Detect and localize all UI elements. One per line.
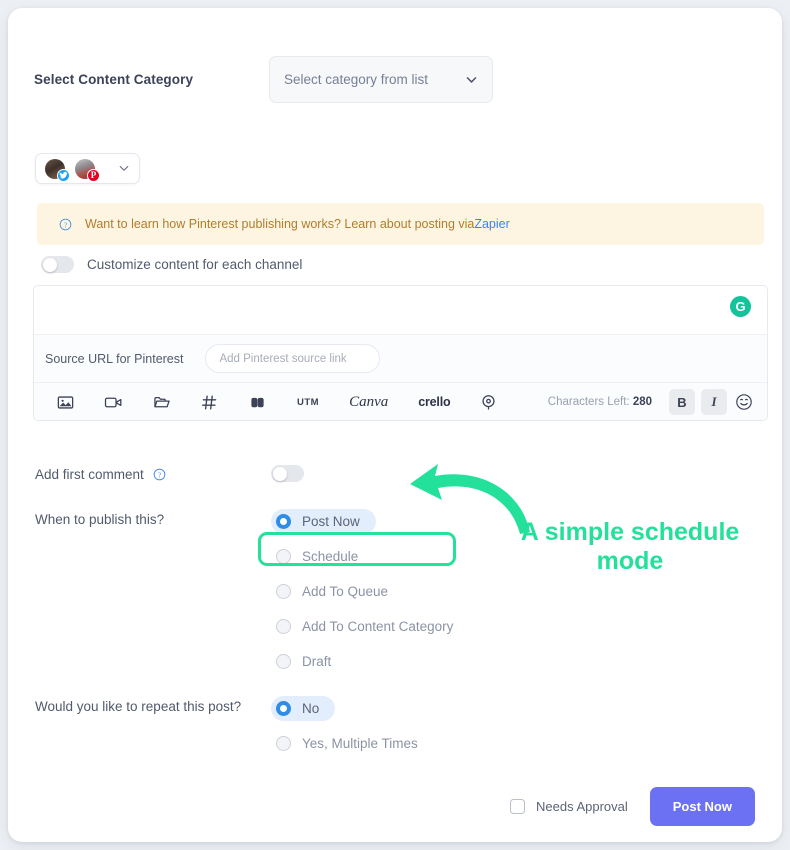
source-url-label: Source URL for Pinterest [45, 351, 184, 366]
canva-button[interactable]: Canva [349, 394, 388, 411]
add-first-comment-label: Add first comment [35, 467, 144, 482]
link-shortener-icon[interactable] [248, 396, 267, 409]
banner-text: Want to learn how Pinterest publishing w… [85, 217, 475, 231]
characters-left-value: 280 [632, 396, 652, 408]
content-category-select-value: Select category from list [284, 72, 429, 87]
radio-indicator [276, 549, 291, 564]
insert-video-icon[interactable] [104, 394, 123, 411]
post-composer: G Source URL for Pinterest Add Pinterest… [33, 285, 768, 421]
radio-add-to-content-category[interactable]: Add To Content Category [271, 614, 469, 639]
add-first-comment-toggle[interactable] [271, 465, 304, 482]
radio-repeat-no[interactable]: No [271, 696, 336, 721]
radio-add-to-queue[interactable]: Add To Queue [271, 579, 404, 604]
crello-button[interactable]: crello [418, 395, 450, 409]
question-circle-icon[interactable]: ? [153, 468, 166, 481]
account-avatar-twitter[interactable] [44, 157, 70, 182]
composer-toolbar: UTM Canva crello Characters Left: 280 B … [34, 382, 767, 420]
radio-draft[interactable]: Draft [271, 649, 347, 674]
radio-label: No [302, 701, 320, 716]
customize-per-channel-label: Customize content for each channel [87, 257, 303, 272]
composer-textarea[interactable]: G [34, 286, 767, 334]
radio-indicator [276, 654, 291, 669]
composer-toolbar-right: Characters Left: 280 B I [548, 389, 753, 415]
radio-post-now[interactable]: Post Now [271, 509, 376, 534]
source-url-row: Source URL for Pinterest [34, 334, 767, 382]
needs-approval-label: Needs Approval [535, 798, 628, 814]
content-category-label: Select Content Category [34, 72, 194, 87]
radio-label: Post Now [302, 514, 360, 529]
customize-per-channel-toggle[interactable] [41, 256, 74, 273]
characters-left-label: Characters Left: [547, 396, 630, 408]
account-selector[interactable]: P [35, 153, 140, 184]
post-now-button[interactable]: Post Now [649, 786, 755, 826]
question-circle-icon: ? [59, 218, 72, 231]
repeat-post-label: Would you like to repeat this post? [35, 699, 242, 714]
svg-text:?: ? [64, 221, 67, 229]
add-first-comment-row: Add first comment ? [35, 467, 166, 482]
radio-label: Schedule [302, 549, 359, 564]
account-avatar-pinterest[interactable]: P [74, 157, 100, 182]
zapier-link[interactable]: Zapier [474, 217, 509, 231]
chevron-down-icon [465, 73, 478, 86]
when-to-publish-label: When to publish this? [35, 512, 165, 527]
radio-label: Add To Queue [302, 584, 389, 599]
twitter-bird-icon [57, 168, 70, 182]
content-category-select[interactable]: Select category from list [269, 56, 493, 103]
radio-label: Yes, Multiple Times [302, 736, 418, 751]
radio-indicator [276, 514, 291, 529]
utm-button[interactable]: UTM [297, 397, 319, 408]
radio-label: Add To Content Category [302, 619, 454, 634]
radio-label: Draft [302, 654, 332, 669]
pinterest-p-icon: P [87, 168, 100, 182]
screenshot-root: Select Content Category Select category … [0, 0, 790, 850]
pinterest-info-banner: ? Want to learn how Pinterest publishing… [37, 203, 764, 245]
post-composer-card: Select Content Category Select category … [8, 8, 782, 842]
radio-indicator [276, 736, 291, 751]
selected-accounts: P [44, 157, 100, 182]
toggle-knob [42, 257, 57, 272]
radio-repeat-yes[interactable]: Yes, Multiple Times [271, 731, 434, 756]
chevron-down-icon[interactable] [118, 162, 131, 175]
grammarly-icon[interactable]: G [730, 296, 751, 317]
card-footer: Needs Approval Post Now [8, 786, 782, 826]
radio-indicator [276, 619, 291, 634]
characters-left: Characters Left: 280 [548, 396, 652, 408]
hashtag-icon[interactable] [201, 394, 218, 411]
location-pin-icon[interactable] [480, 394, 497, 411]
source-url-input[interactable] [205, 344, 381, 373]
pinterest-letter: P [90, 169, 97, 180]
bold-button[interactable]: B [669, 389, 695, 415]
smiley-face-icon[interactable] [735, 393, 753, 411]
toggle-knob [272, 466, 287, 481]
customize-per-channel-row: Customize content for each channel [41, 256, 302, 273]
radio-schedule[interactable]: Schedule [271, 544, 374, 569]
radio-indicator [276, 701, 291, 716]
svg-text:?: ? [158, 471, 161, 479]
when-to-publish-options: Post Now Schedule Add To Queue Add To Co… [271, 509, 469, 684]
media-library-folder-icon[interactable] [153, 394, 171, 411]
radio-indicator [276, 584, 291, 599]
needs-approval-checkbox[interactable] [509, 798, 525, 814]
italic-button[interactable]: I [701, 389, 727, 415]
insert-image-icon[interactable] [57, 394, 74, 411]
repeat-post-options: No Yes, Multiple Times [271, 696, 434, 766]
